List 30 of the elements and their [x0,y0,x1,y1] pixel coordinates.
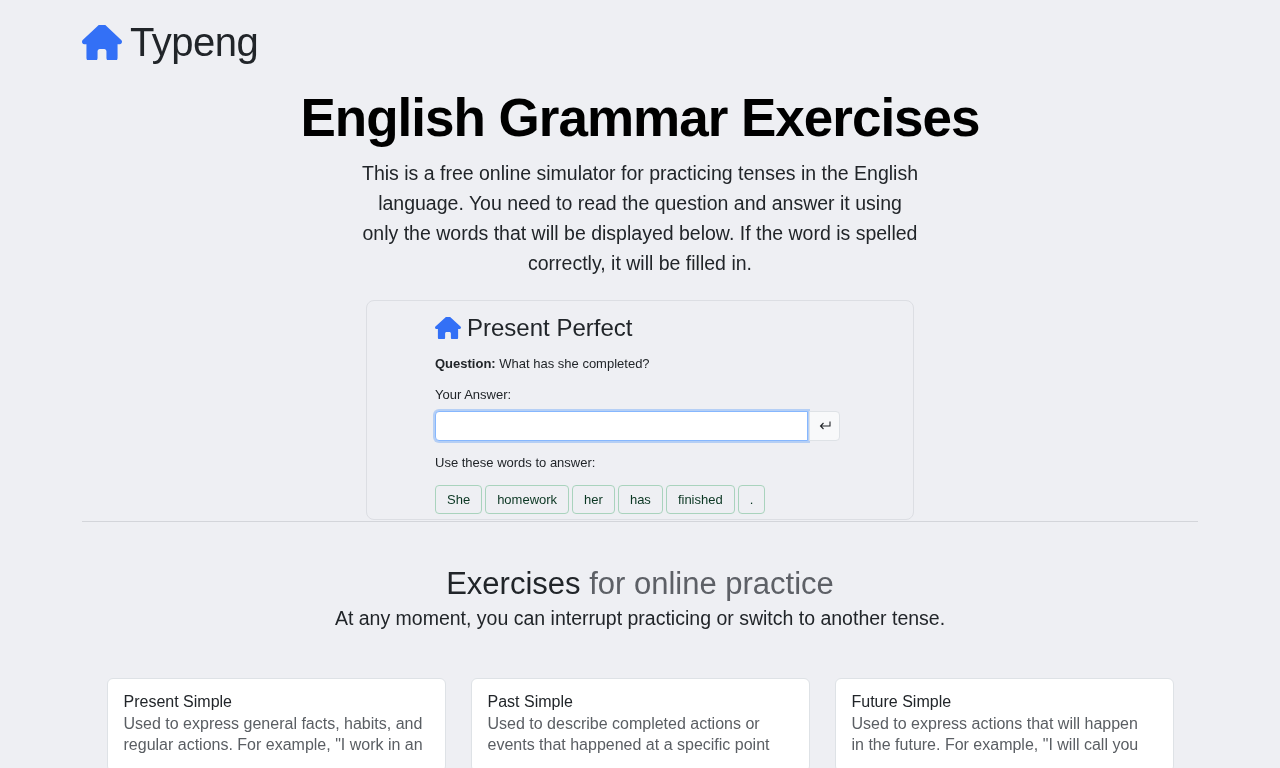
logo-text[interactable]: Typeng [130,20,259,64]
card-description: Used to express general facts, habits, and regular actions. For example, "I work in an [123,714,424,755]
submit-button[interactable] [809,411,840,441]
house-icon [82,24,122,60]
word-chip[interactable]: has [617,485,663,514]
card-title: Present Simple [123,692,233,712]
section-subtitle: At any moment, you can interrupt practicing or switch to another tense. [334,606,946,631]
exercise-title: Present Perfect [467,313,633,343]
question-text: Question: What has she completed? [435,356,651,372]
word-chip[interactable]: . [737,485,766,514]
word-chip[interactable]: She [435,485,483,514]
tense-card[interactable]: Present Simple Used to express general facts, habits, and regular actions. For example, "I work in an [106,678,446,768]
section-title: Exercises [446,566,581,601]
intro-paragraph: This is a free online simulator for practicing tenses in the English language. You need to read the question and answer it using only the words that will be displayed below. If the word is spelled correctly, it will be filled in. [361,161,919,276]
tense-card[interactable]: Past Simple Used to describe completed actions or events that happened at a specific point [470,678,810,768]
page-title: English Grammar Exercises [300,87,980,149]
answer-label: Your Answer: [435,387,513,403]
words-label: Use these words to answer: [435,455,597,471]
return-icon [818,421,831,431]
word-chip[interactable]: her [572,485,615,514]
card-description: Used to describe completed actions or events that happened at a specific point [487,714,771,755]
word-chip[interactable]: homework [485,485,570,514]
card-title: Future Simple [851,692,953,712]
card-description: Used to express actions that will happen in the future. For example, "I will call you [851,714,1140,755]
tense-card[interactable]: Future Simple Used to express actions that will happen in the future. For example, "I will call you [834,678,1174,768]
word-chip[interactable]: finished [665,485,735,514]
answer-field[interactable] [435,411,808,441]
house-icon [435,317,461,339]
card-title: Past Simple [487,692,574,712]
section-title-accent: for online practice [589,566,834,601]
